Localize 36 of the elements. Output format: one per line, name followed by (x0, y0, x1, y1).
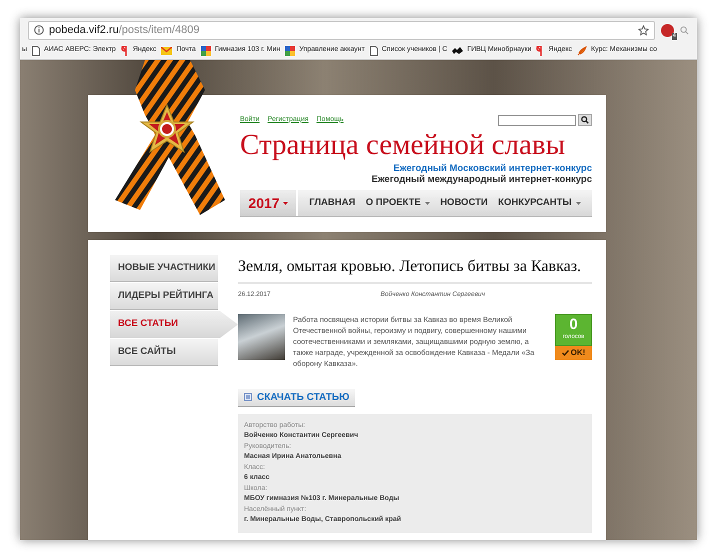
caret-icon (576, 202, 581, 204)
url-host: pobeda.vif2.ru (49, 24, 119, 36)
vote-button[interactable]: OK! (555, 346, 592, 360)
article-title: Земля, омытая кровью. Летопись битвы за Кавказ. (238, 257, 582, 277)
page-icon (32, 46, 40, 56)
nav-link[interactable]: ГЛАВНАЯ (309, 196, 356, 210)
nav-link[interactable]: НОВОСТИ (440, 196, 488, 210)
page-icon (370, 46, 378, 56)
sidebar-item[interactable]: ЛИДЕРЫ РЕЙТИНГА (110, 283, 218, 310)
envelope-icon (161, 46, 172, 54)
caret-icon (282, 202, 288, 204)
download-button[interactable]: СКАЧАТЬ СТАТЬЮ (238, 388, 356, 407)
vote-count: 0 (569, 317, 578, 334)
feather-icon (577, 46, 588, 56)
caret-icon (424, 202, 430, 204)
search-field[interactable] (498, 114, 576, 126)
sidebar-item[interactable]: ВСЕ СТАТЬИ (110, 311, 238, 338)
search-button[interactable] (578, 114, 592, 126)
subtitle: Ежегодный международный интернет-конкурс (371, 174, 592, 185)
year-selector[interactable]: 2017 (240, 190, 298, 216)
document-icon (244, 393, 252, 402)
subtitle: Ежегодный Московский интернет-конкурс (393, 163, 592, 174)
photo-placeholder (238, 314, 285, 360)
sidebar-item[interactable]: НОВЫЕ УЧАСТНИКИ (110, 255, 218, 282)
star-icon[interactable] (638, 24, 649, 36)
info-icon (34, 25, 44, 35)
url-path: /posts/item/4809 (118, 24, 200, 36)
nav-link[interactable]: О ПРОЕКТЕ (366, 196, 430, 210)
nav-link[interactable]: КОНКУРСАНТЫ (498, 196, 581, 210)
site-title: Страница семейной славы (240, 128, 566, 163)
sidebar-item[interactable]: ВСЕ САЙТЫ (110, 339, 218, 366)
search-icon[interactable] (680, 26, 689, 34)
address-bar[interactable]: pobeda.vif2.ru/posts/item/4809 (28, 20, 655, 40)
squares-icon (200, 46, 211, 56)
checkmark-icon (562, 350, 569, 356)
squares-icon (285, 46, 296, 56)
